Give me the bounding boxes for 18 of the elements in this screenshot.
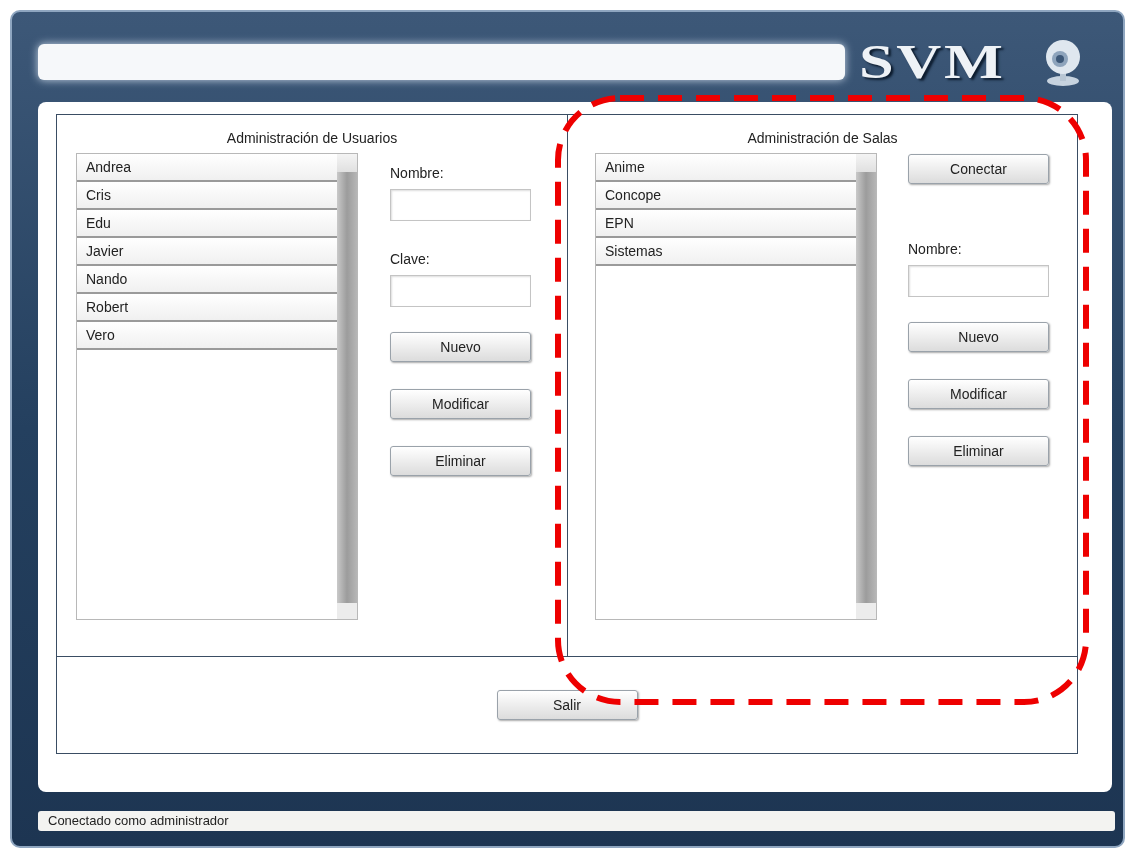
exit-button[interactable]: Salir [496, 690, 638, 720]
action-button[interactable]: Eliminar [390, 446, 531, 476]
connect-button[interactable]: Conectar [908, 154, 1049, 184]
text-field[interactable] [908, 265, 1049, 297]
field-label: Nombre: [908, 240, 963, 258]
status-bar: Conectado como administrador [38, 811, 1115, 831]
logo-text: SVM [859, 42, 1006, 82]
section-title: Administración de Salas [746, 129, 899, 148]
field-label: Clave: [390, 250, 431, 268]
field-label: Nombre: [390, 164, 445, 182]
action-button[interactable]: Modificar [390, 389, 531, 419]
text-field[interactable] [390, 275, 531, 307]
text-field[interactable] [390, 189, 531, 221]
action-button[interactable]: Modificar [908, 379, 1049, 409]
action-button[interactable]: Nuevo [390, 332, 531, 362]
action-button[interactable]: Eliminar [908, 436, 1049, 466]
action-button[interactable]: Nuevo [908, 322, 1049, 352]
section-title: Administración de Usuarios [225, 129, 399, 148]
